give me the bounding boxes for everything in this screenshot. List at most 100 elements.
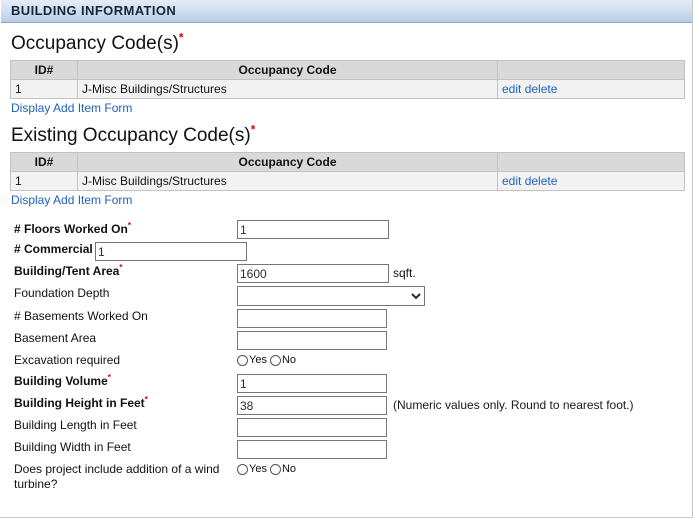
building-height-hint: (Numeric values only. Round to nearest f… (393, 398, 634, 412)
wind-turbine-yes-label: Yes (249, 463, 267, 475)
column-header-occupancy-code: Occupancy Code (77, 152, 498, 172)
basements-worked-on-input[interactable] (237, 309, 387, 328)
field-row-foundation-depth: Foundation Depth (10, 286, 683, 306)
control-building-width (237, 440, 683, 459)
label-basement-area: Basement Area (14, 331, 97, 345)
excavation-yes-radio[interactable] (237, 355, 248, 366)
cell-occupancy-code: J-Misc Buildings/Structures (77, 79, 498, 99)
edit-link[interactable]: edit (502, 174, 521, 188)
field-row-floors-worked-on: # Floors Worked On* (10, 220, 683, 239)
field-row-excavation-required: Excavation required Yes No (10, 353, 683, 371)
occupancy-table: ID# Occupancy Code 1 J-Misc Buildings/St… (10, 60, 685, 99)
display-add-item-form-link[interactable]: Display Add Item Form (11, 101, 132, 115)
building-information-page: BUILDING INFORMATION Occupancy Code(s)* … (0, 0, 693, 518)
excavation-radio-group: Yes No (237, 353, 299, 367)
page-content: Occupancy Code(s)* ID# Occupancy Code 1 … (1, 31, 692, 492)
field-row-wind-turbine: Does project include addition of a wind … (10, 462, 683, 492)
commercial-units-input[interactable] (95, 242, 247, 261)
table-row: 1 J-Misc Buildings/Structures edit delet… (10, 171, 685, 191)
control-building-area: sqft. (237, 264, 683, 283)
label-foundation-depth: Foundation Depth (14, 286, 110, 300)
delete-link[interactable]: delete (525, 82, 558, 96)
control-building-length (237, 418, 683, 437)
delete-link[interactable]: delete (525, 174, 558, 188)
basement-area-input[interactable] (237, 331, 387, 350)
field-row-basement-area: Basement Area (10, 331, 683, 350)
edit-link[interactable]: edit (502, 82, 521, 96)
label-building-area-text: Building/Tent Area (14, 264, 120, 278)
control-commercial-units (95, 242, 683, 261)
excavation-yes-option[interactable]: Yes (237, 354, 270, 367)
building-width-input[interactable] (237, 440, 387, 459)
section-title: BUILDING INFORMATION (11, 3, 177, 18)
cell-occupancy-code: J-Misc Buildings/Structures (77, 171, 498, 191)
column-header-id: ID# (10, 152, 78, 172)
label-basements-worked-on: # Basements Worked On (14, 309, 148, 323)
existing-occupancy-heading: Existing Occupancy Code(s)* (11, 123, 683, 147)
building-area-input[interactable] (237, 264, 389, 283)
excavation-yes-label: Yes (249, 354, 267, 366)
required-asterisk: * (144, 395, 148, 404)
excavation-no-option[interactable]: No (269, 354, 299, 367)
label-building-width: Building Width in Feet (14, 440, 131, 454)
control-building-volume (237, 374, 683, 393)
required-asterisk: * (107, 373, 111, 382)
field-row-commercial-units: # Commercial Units Worked On* (10, 241, 683, 261)
control-floors-worked-on (237, 220, 683, 239)
label-wind-turbine: Does project include addition of a wind … (14, 462, 220, 491)
label-excavation-required: Excavation required (14, 353, 121, 367)
cell-actions: edit delete (497, 79, 685, 99)
field-row-building-volume: Building Volume* (10, 373, 683, 393)
column-header-actions (497, 60, 685, 80)
label-building-height: Building Height in Feet* (10, 395, 237, 411)
label-floors-worked-on: # Floors Worked On* (10, 220, 237, 237)
required-asterisk: * (127, 221, 131, 230)
column-header-occupancy-code: Occupancy Code (77, 60, 498, 80)
control-basements-worked-on (237, 309, 683, 328)
field-row-basements-worked-on: # Basements Worked On (10, 309, 683, 328)
cell-id: 1 (10, 79, 78, 99)
field-row-building-length: Building Length in Feet (10, 418, 683, 437)
wind-turbine-yes-radio[interactable] (237, 464, 248, 475)
foundation-depth-select[interactable] (237, 286, 425, 306)
wind-turbine-no-option[interactable]: No (269, 463, 299, 476)
occupancy-heading-text: Occupancy Code(s) (11, 33, 179, 54)
cell-actions: edit delete (497, 171, 685, 191)
occupancy-heading: Occupancy Code(s)* (11, 31, 683, 55)
column-header-id: ID# (10, 60, 78, 80)
control-excavation-required: Yes No (237, 353, 683, 367)
field-row-building-width: Building Width in Feet (10, 440, 683, 459)
required-asterisk: * (178, 31, 184, 45)
wind-turbine-yes-option[interactable]: Yes (237, 463, 270, 476)
display-add-item-form-link-existing[interactable]: Display Add Item Form (11, 193, 132, 207)
building-form: # Floors Worked On* # Commercial Units W… (10, 220, 683, 492)
label-building-volume-text: Building Volume (14, 374, 108, 388)
control-foundation-depth (237, 286, 683, 306)
excavation-no-label: No (281, 354, 297, 366)
control-building-height: (Numeric values only. Round to nearest f… (237, 396, 683, 415)
label-floors-worked-on-text: # Floors Worked On (14, 222, 128, 236)
field-row-building-height: Building Height in Feet* (Numeric values… (10, 395, 683, 415)
wind-turbine-no-radio[interactable] (269, 464, 281, 475)
column-header-actions (497, 152, 685, 172)
table-row: 1 J-Misc Buildings/Structures edit delet… (10, 79, 685, 99)
floors-worked-on-input[interactable] (237, 220, 389, 239)
label-building-height-text: Building Height in Feet (14, 396, 145, 410)
building-volume-input[interactable] (237, 374, 387, 393)
wind-turbine-radio-group: Yes No (237, 462, 299, 476)
control-wind-turbine: Yes No (237, 462, 683, 476)
existing-occupancy-table: ID# Occupancy Code 1 J-Misc Buildings/St… (10, 152, 685, 191)
label-building-area: Building/Tent Area* (10, 263, 237, 279)
building-length-input[interactable] (237, 418, 387, 437)
building-area-unit-label: sqft. (393, 266, 416, 280)
existing-occupancy-heading-text: Existing Occupancy Code(s) (11, 125, 251, 146)
wind-turbine-no-label: No (281, 463, 297, 475)
label-building-length: Building Length in Feet (14, 418, 137, 432)
table-header-row: ID# Occupancy Code (10, 152, 685, 172)
cell-id: 1 (10, 171, 78, 191)
table-header-row: ID# Occupancy Code (10, 60, 685, 80)
required-asterisk: * (250, 123, 256, 137)
field-row-building-area: Building/Tent Area* sqft. (10, 263, 683, 283)
building-height-input[interactable] (237, 396, 387, 415)
excavation-no-radio[interactable] (269, 355, 281, 366)
